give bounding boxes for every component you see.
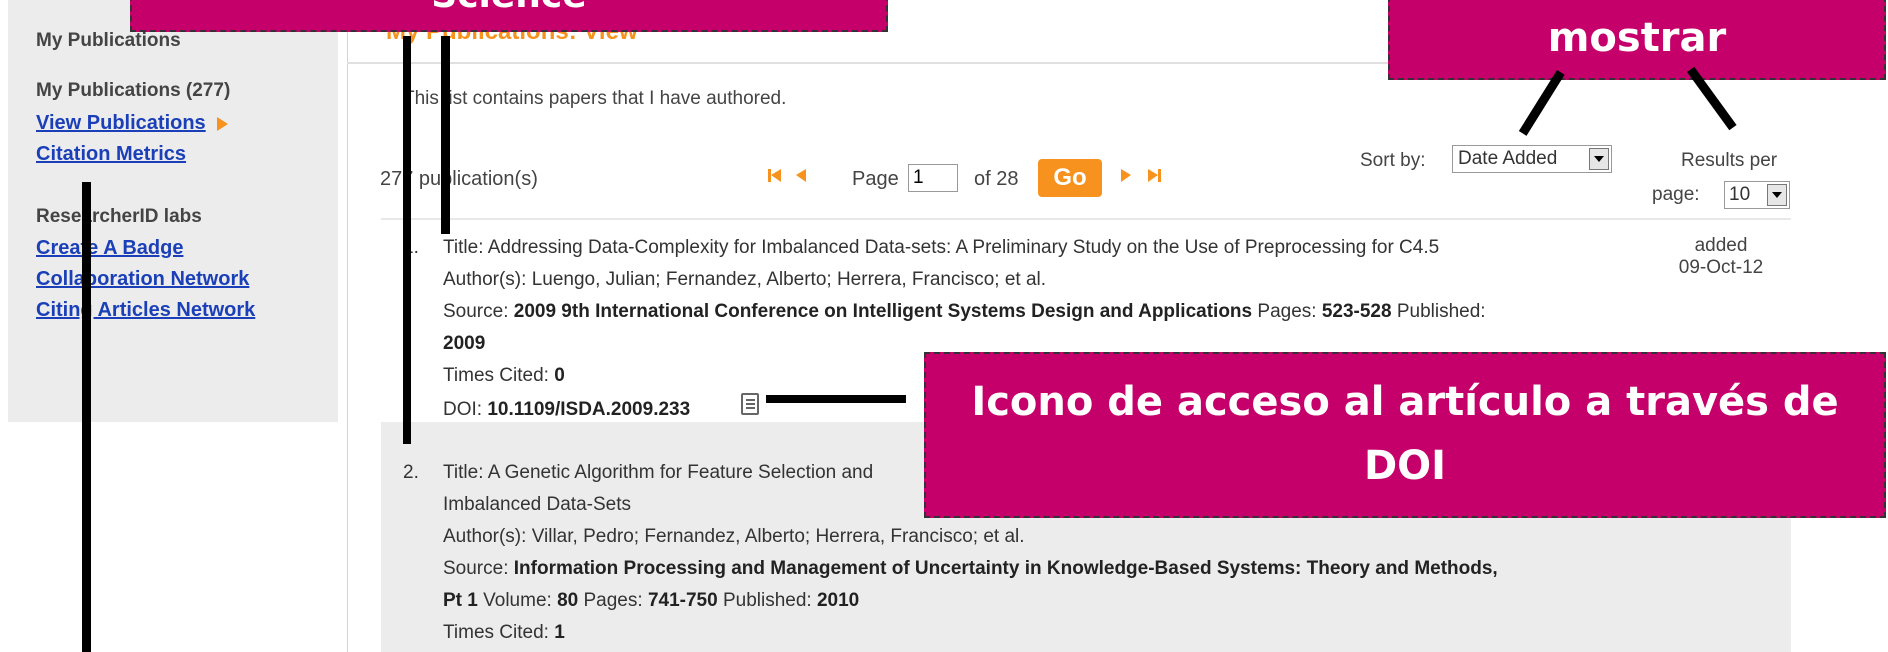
annotation-callout-mostrar: mostrar <box>1388 0 1886 80</box>
entry-pages: 741-750 <box>647 590 718 611</box>
entry-doi-label: DOI: <box>443 399 483 420</box>
entry-published: 2009 <box>443 333 486 354</box>
entry-pages-label: Pages: <box>1257 301 1317 322</box>
main-divider <box>347 0 348 652</box>
entry-cited-label: Times Cited: <box>443 365 549 386</box>
entry-added-date: 09-Oct-12 <box>1678 257 1764 278</box>
annotation-doi-text-2: DOI <box>1363 443 1447 489</box>
entry-cited: 0 <box>554 365 565 386</box>
sort-selected-value: Date Added <box>1458 148 1558 169</box>
results-selected-value: 10 <box>1729 184 1751 205</box>
sidebar-heading: My Publications <box>36 30 181 51</box>
page-number-input[interactable] <box>908 164 958 192</box>
entry-source-label: Source: <box>443 301 509 322</box>
sidebar-link-collaboration-network[interactable]: Collaboration Network <box>36 268 249 290</box>
entry-authors: Author(s): Luengo, Julian; Fernandez, Al… <box>443 269 1047 290</box>
entry-cited: 1 <box>554 622 565 643</box>
page-total-label: of 28 <box>974 168 1019 190</box>
entry-authors: Author(s): Villar, Pedro; Fernandez, Alb… <box>443 526 1025 547</box>
annotation-callout-doi: Icono de acceso al artículo a través de … <box>924 352 1886 518</box>
entry-title: Title: Addressing Data-Complexity for Im… <box>443 237 1440 258</box>
sort-dropdown-icon[interactable] <box>1589 148 1609 170</box>
entry-title-cont: Imbalanced Data-Sets <box>443 494 631 515</box>
sidebar-link-citation-metrics[interactable]: Citation Metrics <box>36 143 186 165</box>
annotation-pointer-line <box>82 182 91 652</box>
sidebar-labs-heading: ResearcherID labs <box>36 206 202 227</box>
entry-source: Information Processing and Management of… <box>513 558 1498 579</box>
intro-text: This list contains papers that I have au… <box>403 88 787 109</box>
entry-added-label: added <box>1694 235 1748 256</box>
entry-source: 2009 9th International Conference on Int… <box>513 301 1253 322</box>
entry-published-label: Published: <box>1396 301 1486 322</box>
sidebar: My Publications My Publications (277) Vi… <box>8 0 338 422</box>
entry-doi: 10.1109/ISDA.2009.233 <box>487 399 691 420</box>
results-per-page-label-cont: page: <box>1652 184 1700 205</box>
annotation-pointer-line <box>766 395 906 403</box>
results-per-page-label: Results per <box>1681 150 1778 171</box>
annotation-doi-text-1: Icono de acceso al artículo a través de <box>971 379 1839 425</box>
entry-source-cont: Pt 1 <box>443 590 478 611</box>
go-button[interactable]: Go <box>1038 159 1102 197</box>
page-label: Page <box>852 168 899 190</box>
annotation-callout-science: Science <box>130 0 888 32</box>
next-page-icon[interactable] <box>1121 169 1131 182</box>
annotation-pointer-line <box>441 36 450 234</box>
entry-pages-label: Pages: <box>583 590 643 611</box>
entry-published: 2010 <box>816 590 860 611</box>
annotation-mostrar-text: mostrar <box>1547 15 1727 61</box>
list-divider <box>381 218 1791 220</box>
entry-source-label: Source: <box>443 558 509 579</box>
current-page-arrow-icon <box>217 116 229 131</box>
entry-title: Title: A Genetic Algorithm for Feature S… <box>443 462 874 483</box>
entry-number: 2. <box>403 462 419 483</box>
entry-volume: 80 <box>557 590 579 611</box>
entry-volume-label: Volume: <box>483 590 552 611</box>
annotation-pointer-line <box>403 36 411 444</box>
sort-label: Sort by: <box>1360 150 1426 171</box>
sidebar-link-view-publications[interactable]: View Publications <box>36 112 206 134</box>
doi-document-icon[interactable] <box>741 393 759 415</box>
entry-published-label: Published: <box>722 590 812 611</box>
entry-pages: 523-528 <box>1321 301 1392 322</box>
sidebar-count-heading: My Publications (277) <box>36 80 231 101</box>
sidebar-link-create-badge[interactable]: Create A Badge <box>36 237 183 259</box>
results-per-page-select[interactable]: 10 <box>1724 181 1790 209</box>
results-dropdown-icon[interactable] <box>1767 184 1787 206</box>
sidebar-link-citing-articles-network[interactable]: Citing Articles Network <box>36 299 255 321</box>
sort-select[interactable]: Date Added <box>1452 145 1612 173</box>
previous-page-icon[interactable] <box>796 169 806 182</box>
entry-cited-label: Times Cited: <box>443 622 549 643</box>
annotation-science-text: Science <box>431 0 586 16</box>
